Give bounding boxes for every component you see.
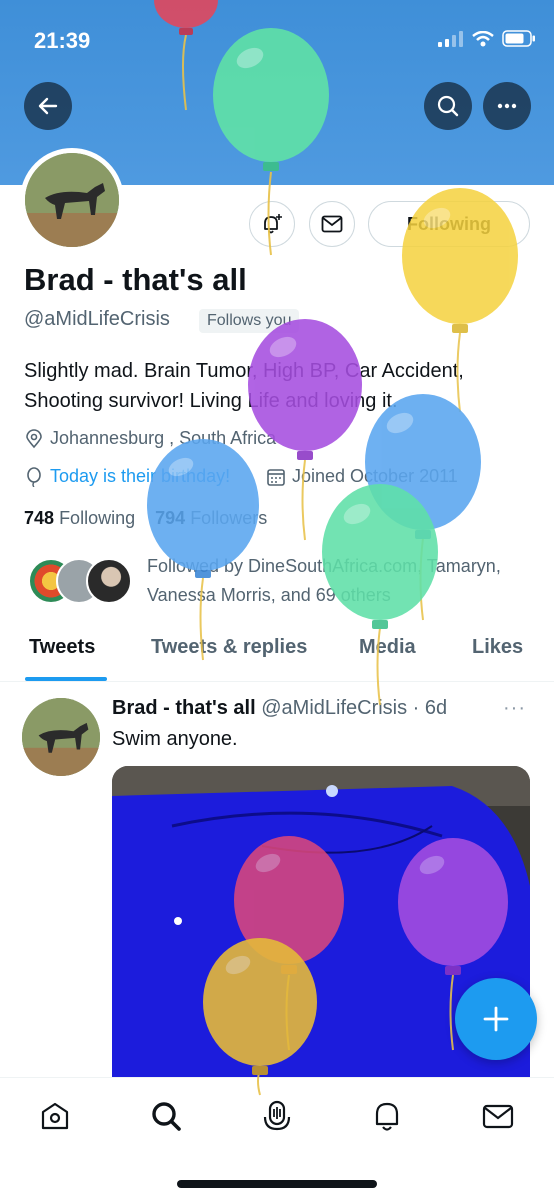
wifi-icon xyxy=(472,30,494,46)
mail-icon xyxy=(321,215,343,233)
follow-counts: 748 Following 794 Followers xyxy=(24,508,267,529)
nav-home[interactable] xyxy=(35,1096,75,1136)
following-count: 748 xyxy=(24,508,55,528)
profile-avatar[interactable] xyxy=(20,148,124,252)
tweet-text: Swim anyone. xyxy=(112,728,238,750)
more-options-button[interactable] xyxy=(483,82,531,130)
balloon-icon xyxy=(27,466,41,487)
following-count-link[interactable]: 748 Following xyxy=(24,508,135,528)
arrow-left-icon xyxy=(38,97,58,115)
followers-count: 794 xyxy=(155,508,186,528)
dog-photo-small xyxy=(22,698,100,776)
followers-label: Followers xyxy=(190,508,268,528)
location-row: Johannesburg , South Africa xyxy=(24,428,276,449)
more-icon xyxy=(497,103,517,109)
followed-by-text[interactable]: Followed by DineSouthAfrica.com, Tamaryn… xyxy=(147,552,537,610)
tweet-author-meta: @aMidLifeCrisis · 6d xyxy=(261,697,448,719)
notifications-bell-button[interactable] xyxy=(249,201,295,247)
bell-plus-icon xyxy=(264,214,282,234)
search-button[interactable] xyxy=(424,82,472,130)
joined-text: Joined October 2011 xyxy=(292,466,458,486)
back-button[interactable] xyxy=(24,82,72,130)
search-icon xyxy=(437,95,459,117)
mail-nav-icon xyxy=(482,1104,514,1129)
tab-tweets[interactable]: Tweets xyxy=(29,636,95,659)
message-button[interactable] xyxy=(309,201,355,247)
followers-count-link[interactable]: 794 Followers xyxy=(155,508,267,528)
profile-bio: Slightly mad. Brain Tumor, High BP, Car … xyxy=(24,360,464,412)
search-nav-icon xyxy=(152,1102,181,1131)
calendar-icon xyxy=(267,468,285,486)
tab-media[interactable]: Media xyxy=(359,636,416,659)
nav-spaces[interactable] xyxy=(257,1096,297,1136)
location-text: Johannesburg , South Africa xyxy=(50,428,277,448)
tweet-author-name[interactable]: Brad - that's all xyxy=(112,697,256,719)
compose-tweet-button[interactable] xyxy=(455,978,537,1060)
nav-notifications[interactable] xyxy=(367,1096,407,1136)
joined-row: Joined October 2011 xyxy=(266,466,458,487)
birthday-text[interactable]: Today is their birthday! xyxy=(50,466,230,487)
status-icons xyxy=(438,30,536,47)
microphone-spaces-icon xyxy=(263,1100,291,1131)
follows-you-badge: Follows you xyxy=(199,309,300,333)
following-button[interactable]: Following xyxy=(368,201,530,247)
tweet-avatar[interactable] xyxy=(22,698,100,776)
tab-tweets-replies[interactable]: Tweets & replies xyxy=(151,636,307,659)
home-icon xyxy=(41,1102,69,1130)
tabs-divider xyxy=(0,681,554,682)
nav-messages[interactable] xyxy=(478,1096,518,1136)
battery-icon xyxy=(502,30,535,47)
dog-photo xyxy=(25,153,119,247)
profile-handle: @aMidLifeCrisis xyxy=(24,308,170,330)
location-pin-icon xyxy=(26,428,42,448)
signal-icon xyxy=(438,30,463,47)
tweet-more-button[interactable]: ··· xyxy=(503,697,526,720)
home-indicator xyxy=(177,1180,377,1188)
birthday-row[interactable]: Today is their birthday! xyxy=(24,466,230,487)
tweet-header: Brad - that's all @aMidLifeCrisis · 6d xyxy=(112,697,447,720)
bell-icon xyxy=(375,1102,399,1131)
follower-avatar-3 xyxy=(86,558,132,604)
status-time: 21:39 xyxy=(34,28,91,53)
nav-search[interactable] xyxy=(146,1096,186,1136)
plus-icon xyxy=(483,1006,509,1032)
profile-name: Brad - that's all xyxy=(24,262,247,297)
tab-likes[interactable]: Likes xyxy=(472,636,523,659)
following-label: Following xyxy=(59,508,136,528)
